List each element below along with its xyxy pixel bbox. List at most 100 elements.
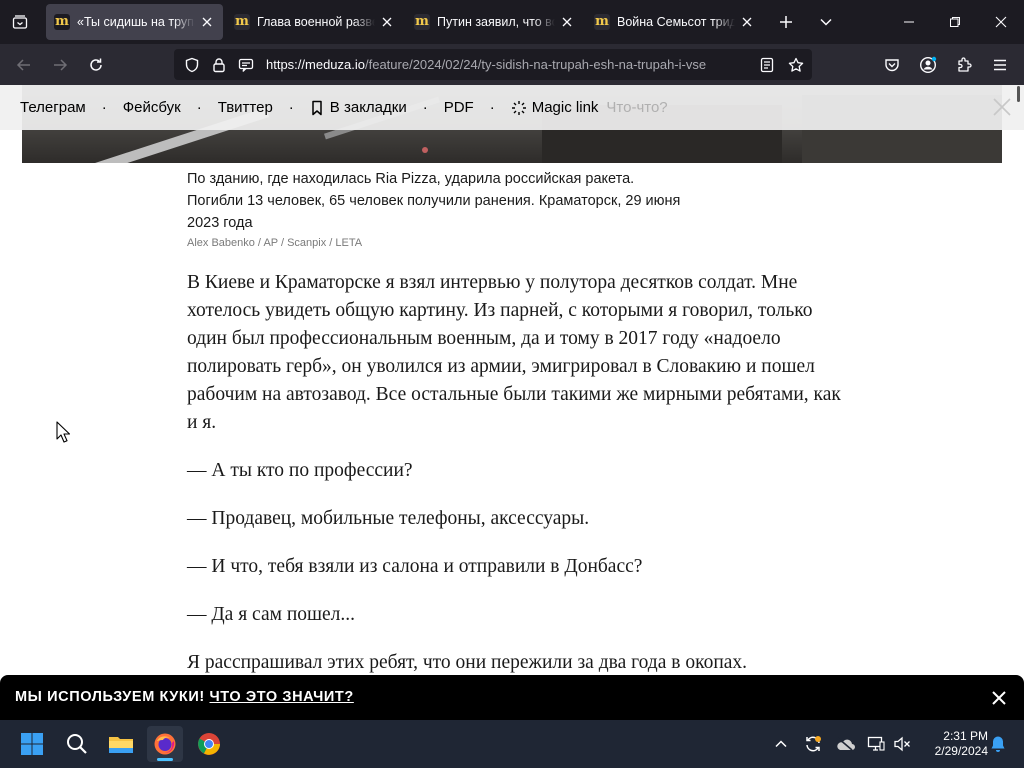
tracking-protection-button[interactable] bbox=[182, 55, 202, 75]
magic-link-button[interactable]: Magic link bbox=[511, 99, 599, 116]
firefox-icon bbox=[154, 733, 176, 755]
page-content: Телеграм · Фейсбук · Твиттер · В закладк… bbox=[0, 85, 1024, 675]
article-paragraph: — Да я сам пошел... bbox=[187, 604, 356, 625]
new-tab-button[interactable] bbox=[772, 8, 800, 36]
share-facebook-label: Фейсбук bbox=[122, 99, 181, 116]
permissions-icon bbox=[238, 58, 254, 72]
cookie-message: МЫ ИСПОЛЬЗУЕМ КУКИ! bbox=[15, 689, 205, 705]
share-telegram-link[interactable]: Телеграм bbox=[20, 99, 86, 116]
close-tab-button[interactable] bbox=[199, 14, 215, 30]
extensions-button[interactable] bbox=[949, 50, 979, 80]
tab-bar: m «Ты сидишь на трупах, ешь на трупах m … bbox=[0, 0, 1024, 44]
maximize-icon bbox=[950, 17, 960, 27]
magic-link-hint[interactable]: Что-что? bbox=[606, 99, 667, 116]
back-icon bbox=[16, 59, 30, 71]
taskbar-search-button[interactable] bbox=[59, 726, 95, 762]
url-path: /feature/2024/02/24/ty-sidish-na-trupah-… bbox=[365, 57, 707, 72]
maximize-button[interactable] bbox=[932, 0, 978, 44]
back-button[interactable] bbox=[9, 50, 39, 80]
network-icon bbox=[867, 736, 885, 751]
separator-dot: · bbox=[196, 99, 202, 116]
bookmark-button[interactable]: В закладки bbox=[310, 99, 407, 116]
navigation-toolbar: https://meduza.io/feature/2024/02/24/ty-… bbox=[0, 44, 1024, 85]
list-all-tabs-button[interactable] bbox=[6, 8, 34, 36]
close-icon bbox=[995, 16, 1007, 28]
sync-tray-button[interactable] bbox=[801, 732, 825, 756]
article-paragraph: — А ты кто по профессии? bbox=[187, 460, 413, 481]
minimize-icon bbox=[904, 21, 914, 23]
active-app-indicator bbox=[157, 758, 173, 761]
meduza-favicon: m bbox=[414, 14, 430, 30]
site-security-button[interactable] bbox=[209, 55, 229, 75]
notification-icon bbox=[991, 736, 1005, 752]
permissions-button[interactable] bbox=[236, 55, 256, 75]
url-host: https://meduza.io bbox=[266, 57, 365, 72]
tab-2[interactable]: m Глава военной разведки bbox=[226, 4, 403, 40]
taskbar-firefox-button[interactable] bbox=[147, 726, 183, 762]
clock-time: 2:31 PM bbox=[943, 729, 988, 743]
article-paragraph: — Продавец, мобильные телефоны, аксессуа… bbox=[187, 508, 590, 529]
close-icon bbox=[562, 17, 572, 27]
share-facebook-link[interactable]: Фейсбук bbox=[123, 99, 181, 116]
share-twitter-link[interactable]: Твиттер bbox=[218, 99, 273, 116]
reload-button[interactable] bbox=[81, 50, 111, 80]
close-sharebar-icon[interactable] bbox=[992, 97, 1012, 117]
taskbar-chrome-button[interactable] bbox=[191, 726, 227, 762]
close-tab-button[interactable] bbox=[559, 14, 575, 30]
volume-tray-button[interactable] bbox=[890, 732, 914, 756]
onedrive-tray-button[interactable] bbox=[833, 732, 857, 756]
cookie-info-link[interactable]: ЧТО ЭТО ЗНАЧИТ? bbox=[209, 689, 353, 705]
list-all-tabs-icon bbox=[12, 15, 28, 29]
notification-center-button[interactable] bbox=[986, 732, 1010, 756]
page-scrollbar[interactable] bbox=[1017, 86, 1020, 102]
close-tab-button[interactable] bbox=[739, 14, 755, 30]
tab-3[interactable]: m Путин заявил, что война bbox=[406, 4, 583, 40]
star-icon bbox=[788, 57, 804, 72]
tab-title: Война Семьсот тридцать bbox=[617, 15, 735, 29]
article-paragraph: Я расспрашивал этих ребят, что они переж… bbox=[187, 652, 748, 673]
screen: m «Ты сидишь на трупах, ешь на трупах m … bbox=[0, 0, 1024, 768]
tab-4[interactable]: m Война Семьсот тридцать bbox=[586, 4, 763, 40]
account-icon bbox=[919, 56, 937, 74]
article-paragraph: В Киеве и Краматорске я взял интервью у … bbox=[187, 272, 841, 433]
file-explorer-button[interactable] bbox=[103, 726, 139, 762]
forward-icon bbox=[54, 59, 68, 71]
separator-dot: · bbox=[288, 99, 294, 116]
minimize-button[interactable] bbox=[886, 0, 932, 44]
forward-button[interactable] bbox=[45, 50, 75, 80]
magic-link-label: Magic link bbox=[531, 99, 599, 116]
close-tab-button[interactable] bbox=[379, 14, 395, 30]
share-telegram-label: Телеграм bbox=[20, 99, 86, 116]
reader-view-button[interactable] bbox=[757, 55, 777, 75]
sync-icon bbox=[806, 736, 821, 752]
tab-title: «Ты сидишь на трупах, ешь на трупах bbox=[77, 15, 195, 29]
pdf-link[interactable]: PDF bbox=[444, 99, 474, 116]
close-window-button[interactable] bbox=[978, 0, 1024, 44]
bookmark-star-button[interactable] bbox=[786, 55, 806, 75]
pdf-label: PDF bbox=[443, 99, 474, 116]
share-toolbar: Телеграм · Фейсбук · Твиттер · В закладк… bbox=[0, 85, 1024, 130]
magic-icon bbox=[511, 100, 526, 115]
meduza-favicon: m bbox=[594, 14, 610, 30]
cookie-banner: МЫ ИСПОЛЬЗУЕМ КУКИ! ЧТО ЭТО ЗНАЧИТ? bbox=[0, 675, 1024, 720]
article-paragraph: — И что, тебя взяли из салона и отправил… bbox=[187, 556, 643, 577]
chevron-down-icon bbox=[820, 18, 832, 26]
tab-overflow-button[interactable] bbox=[812, 8, 840, 36]
close-icon[interactable] bbox=[988, 687, 1010, 709]
pocket-button[interactable] bbox=[877, 50, 907, 80]
address-bar[interactable]: https://meduza.io/feature/2024/02/24/ty-… bbox=[174, 49, 812, 80]
account-button[interactable] bbox=[913, 50, 943, 80]
app-menu-button[interactable] bbox=[985, 50, 1015, 80]
show-hidden-icons-button[interactable] bbox=[769, 732, 793, 756]
taskbar-clock[interactable]: 2:31 PM 2/29/2024 bbox=[918, 729, 988, 759]
reader-view-icon bbox=[760, 57, 774, 73]
tab-1[interactable]: m «Ты сидишь на трупах, ешь на трупах bbox=[46, 4, 223, 40]
start-button[interactable] bbox=[14, 726, 50, 762]
close-icon bbox=[742, 17, 752, 27]
bookmark-icon bbox=[312, 100, 322, 115]
network-tray-button[interactable] bbox=[864, 732, 888, 756]
chevron-up-icon bbox=[775, 740, 787, 748]
mouse-cursor-icon bbox=[56, 421, 70, 443]
pocket-icon bbox=[885, 59, 899, 72]
bookmark-label: В закладки bbox=[329, 99, 407, 116]
